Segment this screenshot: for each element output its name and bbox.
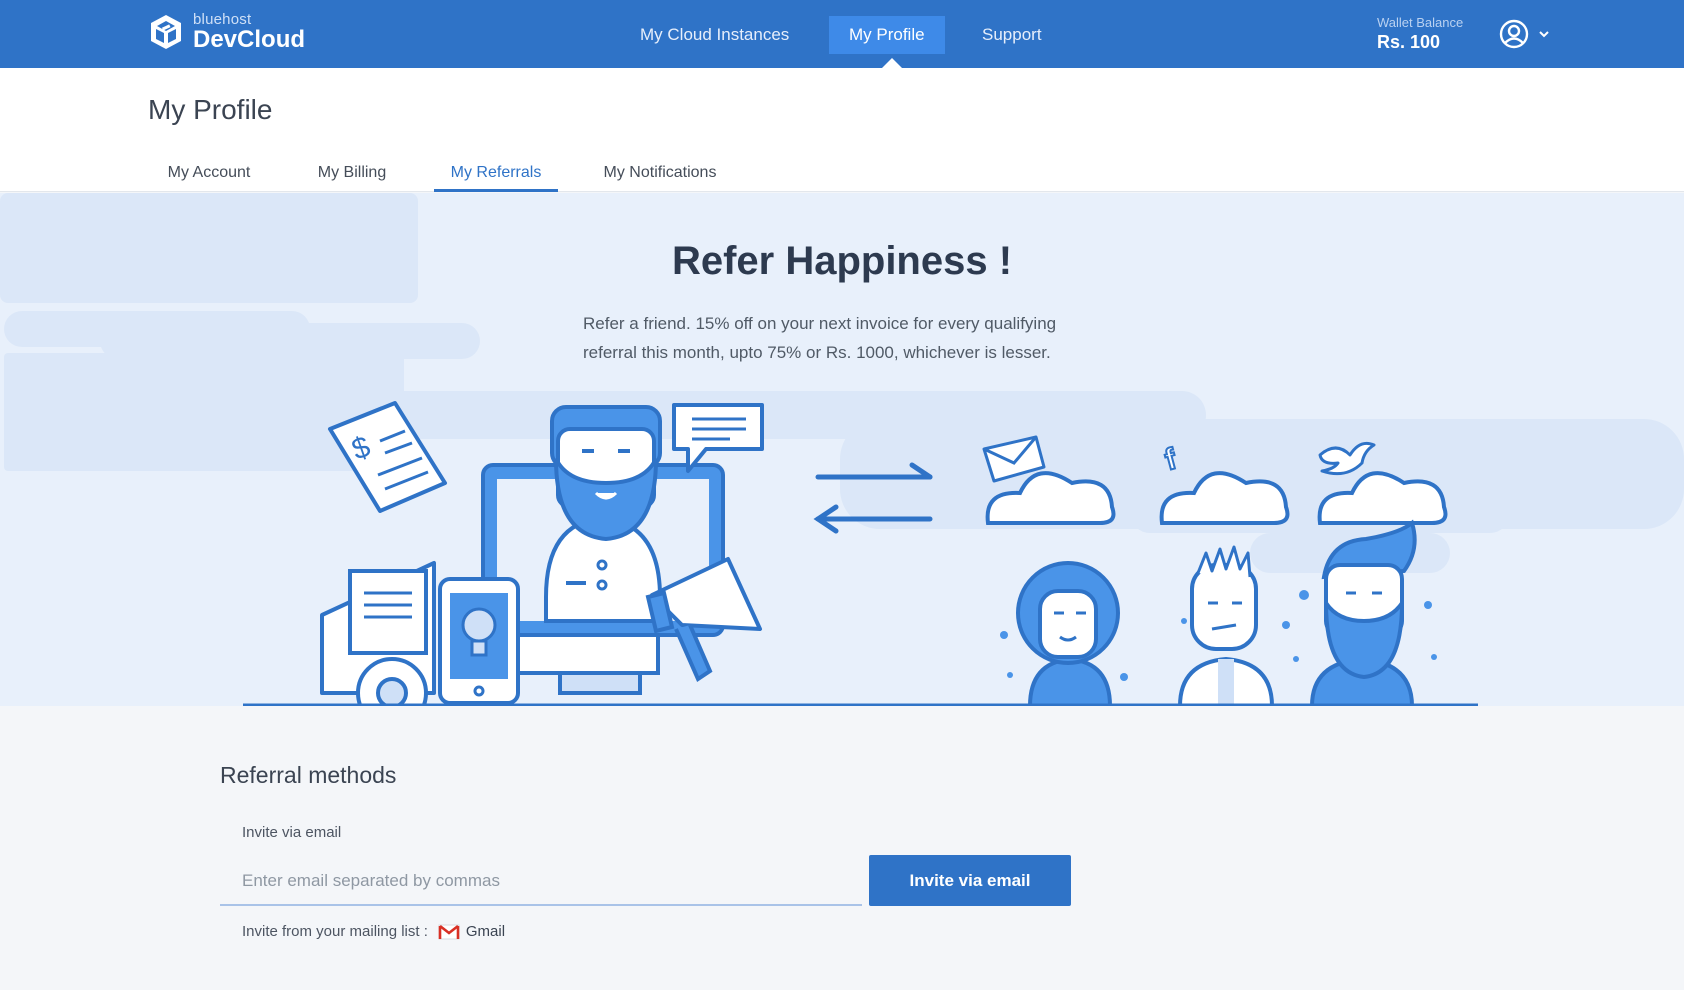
email-field-label: Invite via email: [242, 824, 342, 841]
invite-via-email-button[interactable]: Invite via email: [869, 855, 1071, 906]
mailing-list-row: Invite from your mailing list : Gmail: [242, 923, 505, 940]
top-navbar: bluehost DevCloud My Cloud Instances My …: [0, 0, 1684, 68]
hero-title: Refer Happiness !: [671, 239, 1013, 283]
tab-my-referrals[interactable]: My Referrals: [434, 152, 558, 192]
chevron-down-icon: [1539, 31, 1549, 38]
brand-sub: bluehost: [193, 11, 252, 28]
wallet-label: Wallet Balance: [1377, 15, 1464, 30]
gmail-link[interactable]: Gmail: [438, 923, 505, 940]
tab-my-billing[interactable]: My Billing: [302, 152, 402, 192]
profile-header: My Profile My Account My Billing My Refe…: [0, 68, 1684, 192]
cube-logo-icon: [151, 15, 181, 49]
section-title: Referral methods: [220, 762, 397, 788]
nav-support[interactable]: Support: [962, 16, 1062, 54]
email-input[interactable]: [220, 858, 862, 906]
mailing-list-label: Invite from your mailing list :: [242, 923, 428, 940]
brand-logo[interactable]: bluehost DevCloud: [147, 12, 305, 52]
nav-my-cloud-instances[interactable]: My Cloud Instances: [620, 16, 809, 54]
wallet-value: Rs. 100: [1377, 32, 1441, 53]
gmail-label: Gmail: [465, 923, 506, 940]
brand-name: DevCloud: [193, 26, 306, 53]
page-title: My Profile: [148, 94, 273, 125]
wallet-balance: Wallet Balance Rs. 100: [1377, 15, 1464, 53]
hero-description: Refer a friend. 15% off on your next inv…: [583, 314, 1057, 362]
user-avatar-icon: [1499, 19, 1529, 49]
tab-my-account[interactable]: My Account: [152, 152, 266, 192]
nav-my-profile[interactable]: My Profile: [829, 16, 945, 54]
referral-hero: $ f Refer Happiness ! Refer a friend. 15…: [0, 193, 1684, 706]
user-menu[interactable]: [1498, 18, 1552, 50]
tab-my-notifications[interactable]: My Notifications: [590, 152, 730, 192]
gmail-icon: [438, 924, 460, 939]
active-nav-caret: [882, 58, 902, 68]
